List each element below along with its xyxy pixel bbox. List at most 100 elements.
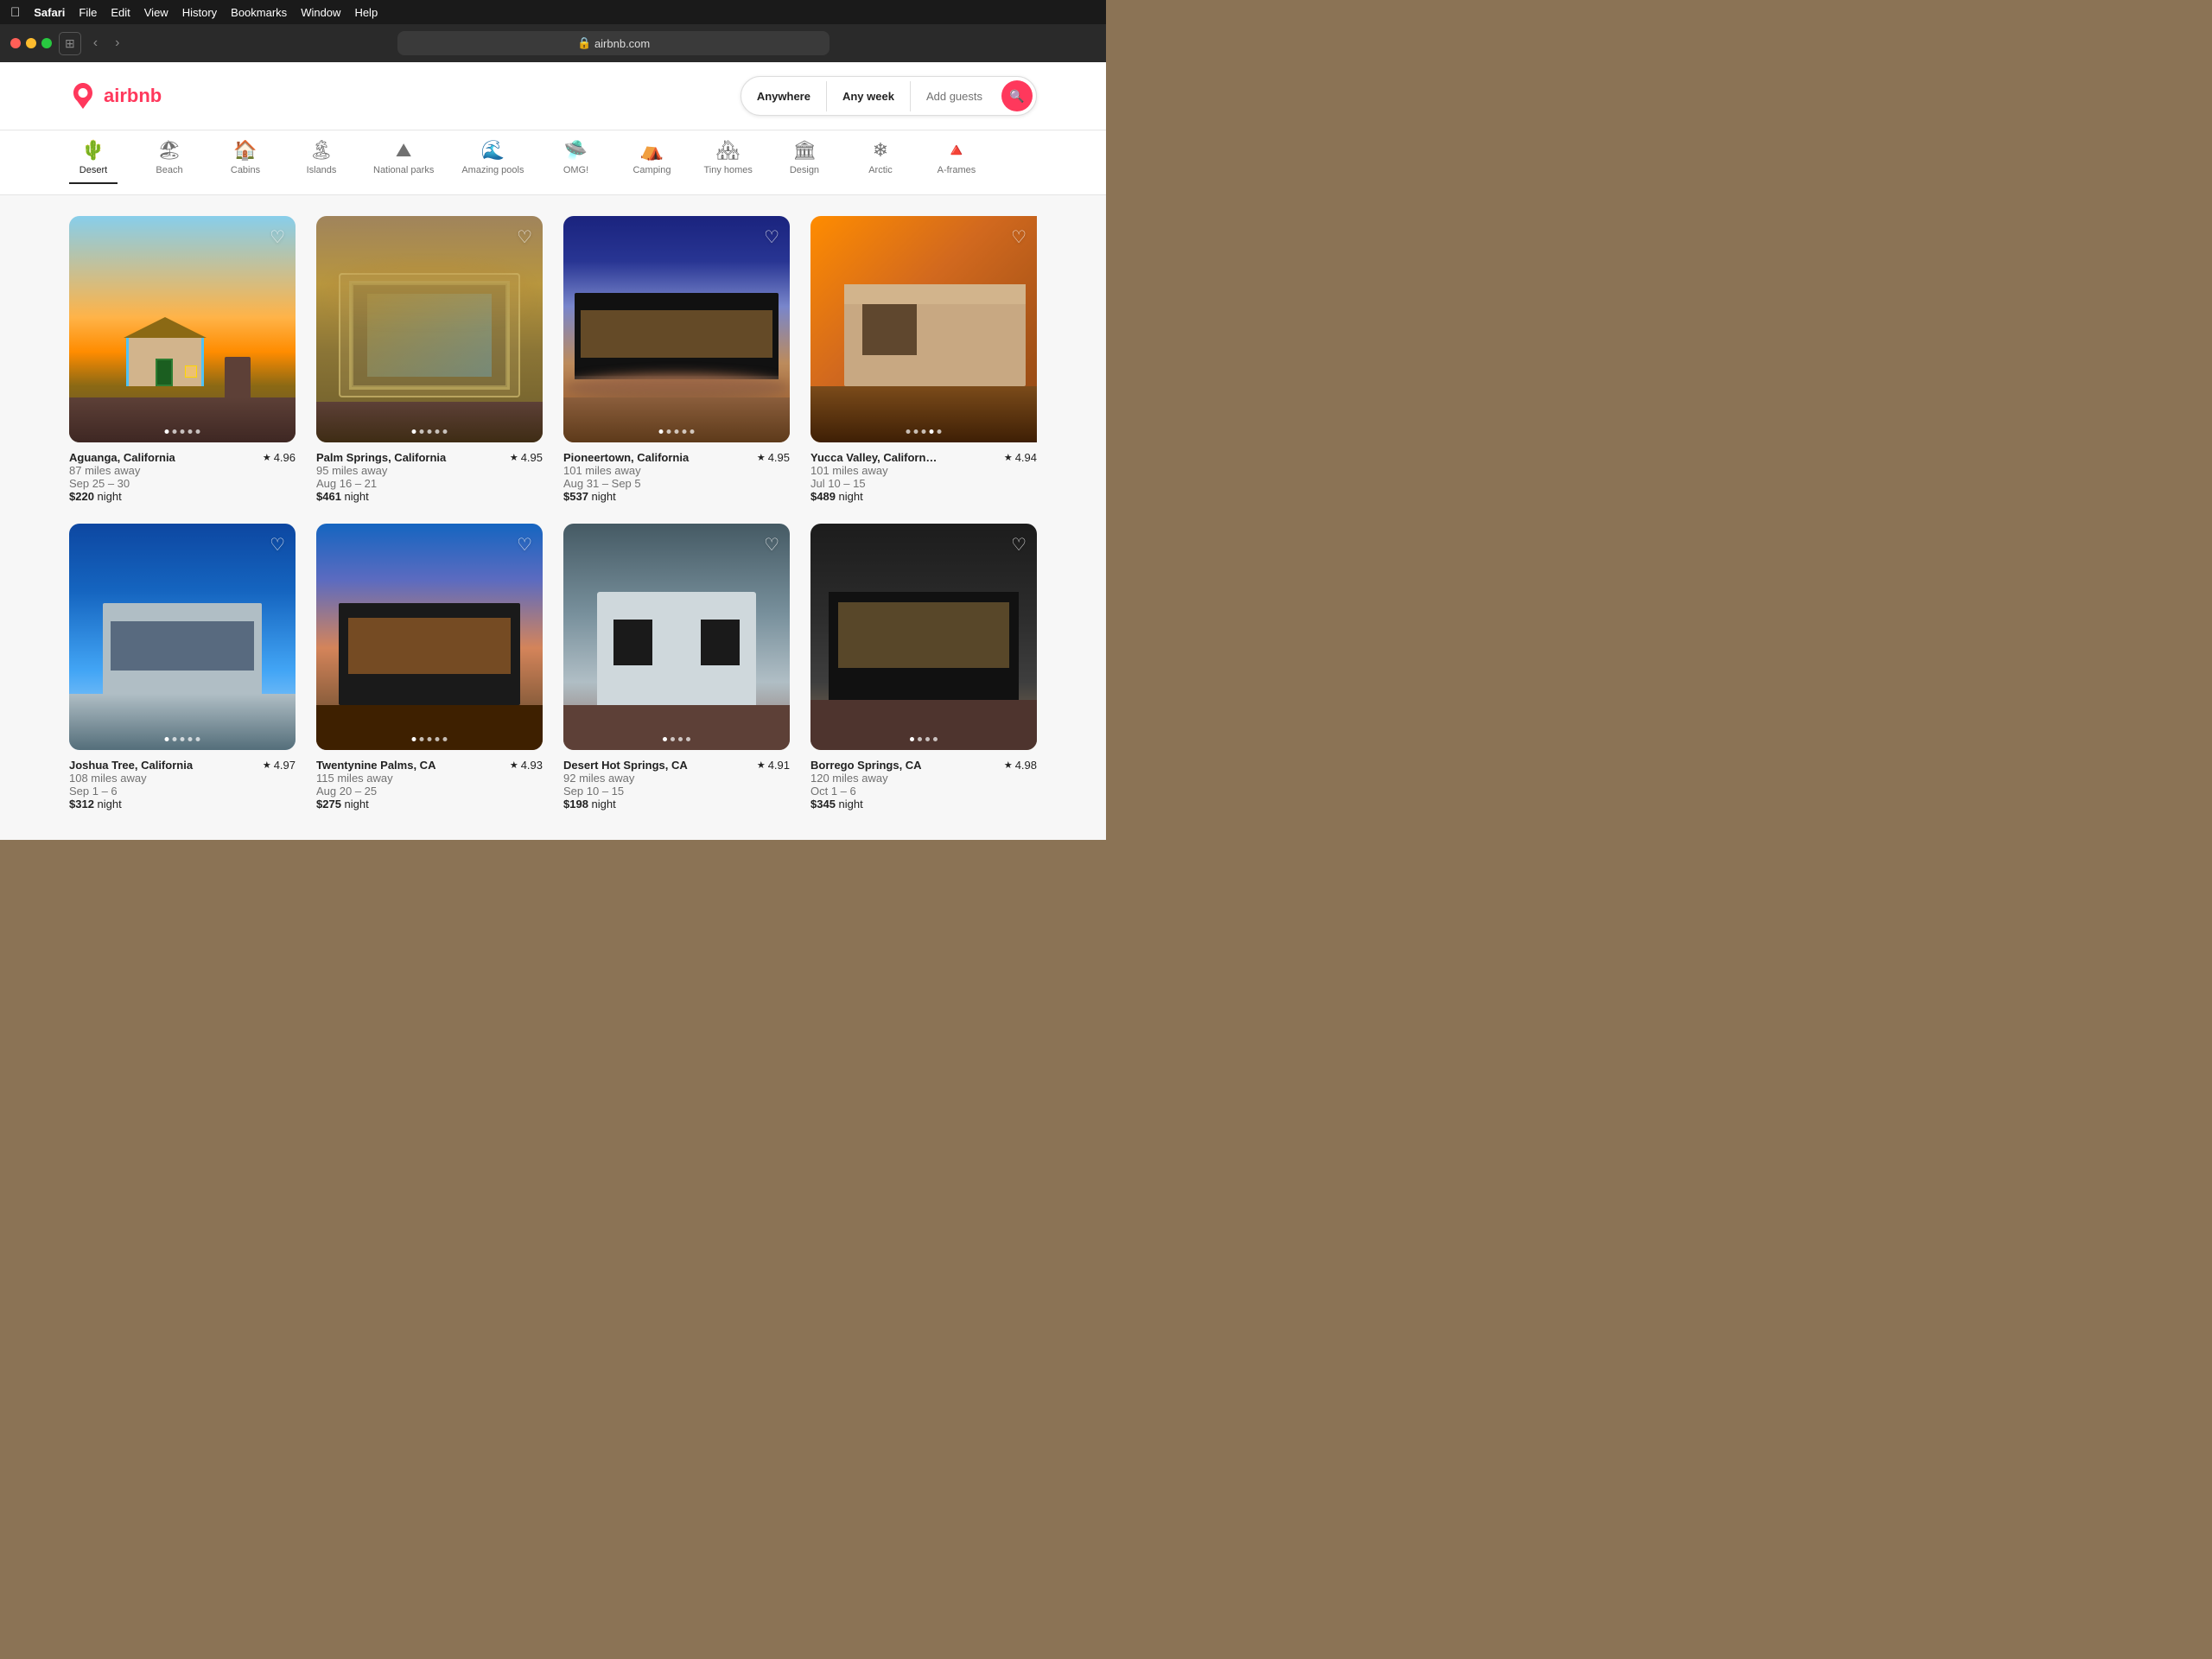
- listing-distance: 108 miles away: [69, 772, 193, 785]
- listing-distance: 92 miles away: [563, 772, 688, 785]
- listing-info: Borrego Springs, CA 120 miles away Oct 1…: [810, 759, 1037, 810]
- listing-dots: [412, 737, 448, 741]
- minimize-button[interactable]: [26, 38, 36, 48]
- listing-location: Joshua Tree, California: [69, 759, 193, 772]
- dot: [412, 737, 416, 741]
- help-menu[interactable]: Help: [354, 6, 378, 19]
- add-guests-pill[interactable]: Add guests: [911, 81, 998, 111]
- window-menu[interactable]: Window: [301, 6, 340, 19]
- listing-price: $489 night: [810, 490, 937, 503]
- dot: [675, 429, 679, 434]
- listing-location: Desert Hot Springs, CA: [563, 759, 688, 772]
- search-button[interactable]: 🔍: [1001, 80, 1033, 111]
- category-item-tiny_homes[interactable]: 🏘 Tiny homes: [703, 141, 752, 184]
- star-icon: ★: [1004, 760, 1013, 771]
- listing-card[interactable]: ♡ Desert Hot Springs, CA 92 miles away S…: [563, 524, 790, 810]
- category-icon-design: 🏛: [792, 141, 817, 160]
- wishlist-heart-button[interactable]: ♡: [764, 226, 779, 248]
- listing-dates: Sep 25 – 30: [69, 477, 175, 490]
- category-icon-a_frames: 🔺: [944, 141, 968, 160]
- category-label-design: Design: [790, 165, 819, 175]
- wishlist-heart-button[interactable]: ♡: [1011, 534, 1027, 556]
- rating-value: 4.94: [1015, 451, 1037, 464]
- listing-image: ♡: [810, 524, 1037, 750]
- category-icon-amazing_pools: 🌊: [481, 141, 505, 160]
- back-button[interactable]: ‹: [88, 32, 103, 54]
- category-item-islands[interactable]: 🏝 Islands: [297, 141, 346, 184]
- listing-card[interactable]: ♡ Borrego Springs, CA 120 miles away Oct…: [810, 524, 1037, 810]
- dot: [933, 737, 938, 741]
- listing-distance: 120 miles away: [810, 772, 922, 785]
- wishlist-heart-button[interactable]: ♡: [517, 226, 532, 248]
- listing-info: Pioneertown, California 101 miles away A…: [563, 451, 790, 503]
- url-text: airbnb.com: [594, 37, 650, 50]
- wishlist-heart-button[interactable]: ♡: [1011, 226, 1027, 248]
- category-icon-tiny_homes: 🏘: [716, 141, 741, 160]
- category-item-amazing_pools[interactable]: 🌊 Amazing pools: [461, 141, 524, 184]
- star-icon: ★: [757, 760, 766, 771]
- listings-section: ♡ Aguanga, California 87 miles away Sep …: [0, 195, 1106, 831]
- category-item-a_frames[interactable]: 🔺 A-frames: [932, 141, 981, 184]
- listing-info: Twentynine Palms, CA 115 miles away Aug …: [316, 759, 543, 810]
- listing-details: Borrego Springs, CA 120 miles away Oct 1…: [810, 759, 922, 810]
- category-item-beach[interactable]: 🏖 Beach: [145, 141, 194, 184]
- forward-button[interactable]: ›: [110, 32, 124, 54]
- dot: [196, 737, 200, 741]
- listing-card[interactable]: ♡ Joshua Tree, California 108 miles away…: [69, 524, 296, 810]
- dot: [181, 737, 185, 741]
- listing-card[interactable]: ♡ Pioneertown, California 101 miles away…: [563, 216, 790, 503]
- wishlist-heart-button[interactable]: ♡: [517, 534, 532, 556]
- view-menu[interactable]: View: [144, 6, 168, 19]
- category-item-cabins[interactable]: 🏠 Cabins: [221, 141, 270, 184]
- listing-dots: [659, 429, 695, 434]
- listing-price: $198 night: [563, 798, 688, 810]
- address-bar[interactable]: 🔒 airbnb.com: [397, 31, 830, 55]
- category-label-national_parks: National parks: [373, 165, 434, 175]
- listing-location: Pioneertown, California: [563, 451, 689, 464]
- dot: [925, 737, 930, 741]
- wishlist-heart-button[interactable]: ♡: [270, 534, 285, 556]
- dot: [683, 429, 687, 434]
- category-item-national_parks[interactable]: ⛰ National parks: [373, 141, 434, 184]
- sidebar-toggle-button[interactable]: ⊞: [59, 32, 81, 55]
- dot: [420, 429, 424, 434]
- rating-value: 4.95: [521, 451, 543, 464]
- category-item-omg[interactable]: 🛸 OMG!: [551, 141, 600, 184]
- anywhere-pill[interactable]: Anywhere: [741, 81, 827, 111]
- listing-card[interactable]: ♡ Twentynine Palms, CA 115 miles away Au…: [316, 524, 543, 810]
- listing-card[interactable]: ♡ Yucca Valley, Californ… 101 miles away…: [810, 216, 1037, 503]
- dot: [443, 737, 448, 741]
- edit-menu[interactable]: Edit: [111, 6, 130, 19]
- listing-price: $537 night: [563, 490, 689, 503]
- listing-dots: [165, 429, 200, 434]
- category-item-arctic[interactable]: ❄ Arctic: [856, 141, 905, 184]
- logo-text: airbnb: [104, 85, 162, 107]
- wishlist-heart-button[interactable]: ♡: [764, 534, 779, 556]
- listing-card[interactable]: ♡ Palm Springs, California 95 miles away…: [316, 216, 543, 503]
- apple-menu-icon[interactable]: : [10, 5, 20, 20]
- history-menu[interactable]: History: [182, 6, 217, 19]
- airbnb-page: airbnb Anywhere Any week Add guests 🔍 🌵 …: [0, 62, 1106, 840]
- safari-menu[interactable]: Safari: [34, 6, 65, 19]
- category-icon-desert: 🌵: [81, 141, 105, 160]
- category-item-design[interactable]: 🏛 Design: [780, 141, 829, 184]
- bookmarks-menu[interactable]: Bookmarks: [231, 6, 287, 19]
- listing-info: Aguanga, California 87 miles away Sep 25…: [69, 451, 296, 503]
- listing-details: Aguanga, California 87 miles away Sep 25…: [69, 451, 175, 503]
- category-item-camping[interactable]: ⛺ Camping: [627, 141, 676, 184]
- close-button[interactable]: [10, 38, 21, 48]
- wishlist-heart-button[interactable]: ♡: [270, 226, 285, 248]
- rating-value: 4.96: [274, 451, 296, 464]
- star-icon: ★: [510, 452, 518, 463]
- lock-icon: 🔒: [577, 36, 591, 50]
- any-week-pill[interactable]: Any week: [827, 81, 911, 111]
- listing-dates: Aug 31 – Sep 5: [563, 477, 689, 490]
- category-item-desert[interactable]: 🌵 Desert: [69, 141, 118, 184]
- listing-image: ♡: [563, 524, 790, 750]
- file-menu[interactable]: File: [79, 6, 97, 19]
- maximize-button[interactable]: [41, 38, 52, 48]
- listing-rating: ★ 4.96: [263, 451, 296, 464]
- search-icon: 🔍: [1009, 89, 1024, 104]
- airbnb-logo[interactable]: airbnb: [69, 82, 162, 110]
- listing-card[interactable]: ♡ Aguanga, California 87 miles away Sep …: [69, 216, 296, 503]
